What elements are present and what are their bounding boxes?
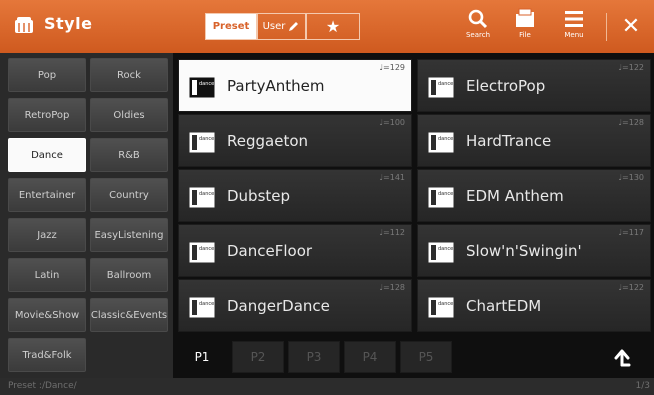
style-icon-label: dance	[438, 136, 453, 142]
category-button[interactable]: Movie&Show	[8, 298, 86, 332]
category-button[interactable]: R&B	[90, 138, 168, 172]
style-tempo: ♩=129	[379, 63, 405, 72]
style-item[interactable]: dance DanceFloor ♩=112	[178, 224, 412, 277]
title-bar: Style Preset User ★ Search File Menu ✕	[0, 0, 654, 53]
style-tempo: ♩=122	[618, 283, 644, 292]
style-item[interactable]: dance Slow'n'Swingin' ♩=117	[417, 224, 651, 277]
style-name: DanceFloor	[227, 242, 313, 260]
style-file-icon: dance	[428, 187, 454, 208]
status-path: Preset :/Dance/	[8, 381, 77, 391]
tab-user[interactable]: User	[257, 13, 306, 40]
page-tab[interactable]: P4	[344, 341, 396, 373]
status-page-count: 1/3	[635, 381, 650, 391]
window-title: Style	[44, 14, 93, 33]
category-button[interactable]: RetroPop	[8, 98, 86, 132]
style-item[interactable]: dance HardTrance ♩=128	[417, 114, 651, 167]
style-icon-label: dance	[199, 301, 214, 307]
file-button[interactable]: File	[506, 8, 544, 50]
style-item[interactable]: dance Dubstep ♩=141	[178, 169, 412, 222]
style-icon-label: dance	[199, 246, 214, 252]
style-icon-label: dance	[438, 301, 453, 307]
style-tempo: ♩=141	[379, 173, 405, 182]
style-icon-label: dance	[438, 246, 453, 252]
style-name: HardTrance	[466, 132, 552, 150]
style-file-icon: dance	[428, 297, 454, 318]
style-item[interactable]: dance DangerDance ♩=128	[178, 279, 412, 332]
search-button[interactable]: Search	[459, 8, 497, 50]
close-button[interactable]: ✕	[616, 12, 646, 42]
category-button[interactable]: Latin	[8, 258, 86, 292]
category-button[interactable]: Trad&Folk	[8, 338, 86, 372]
style-list: dance PartyAnthem ♩=129 dance ElectroPop ♩=12…	[173, 53, 654, 378]
status-bar: Preset :/Dance/ 1/3	[0, 378, 654, 395]
style-tempo: ♩=100	[379, 118, 405, 127]
menu-label: Menu	[564, 31, 584, 39]
style-file-icon: dance	[189, 187, 215, 208]
style-icon-label: dance	[438, 81, 453, 87]
style-name: DangerDance	[227, 297, 330, 315]
category-button[interactable]: Entertainer	[8, 178, 86, 212]
style-icon	[15, 17, 33, 33]
style-icon-label: dance	[438, 191, 453, 197]
style-tempo: ♩=122	[618, 63, 644, 72]
page-tab[interactable]: P5	[400, 341, 452, 373]
tab-user-label: User	[262, 21, 286, 32]
category-panel: Pop Rock RetroPop Oldies Dance R&B Entertainer…	[0, 53, 173, 378]
category-button[interactable]: Pop	[8, 58, 86, 92]
category-button[interactable]: Dance	[8, 138, 86, 172]
up-arrow-icon	[614, 349, 631, 367]
style-file-icon: dance	[428, 242, 454, 263]
star-icon: ★	[325, 17, 341, 36]
menu-icon	[565, 11, 583, 27]
file-label: File	[519, 31, 531, 39]
category-button[interactable]: Jazz	[8, 218, 86, 252]
style-item[interactable]: dance PartyAnthem ♩=129	[178, 59, 412, 112]
style-tempo: ♩=130	[618, 173, 644, 182]
style-name: ElectroPop	[466, 77, 546, 95]
category-button[interactable]: Country	[90, 178, 168, 212]
file-icon	[516, 8, 534, 27]
style-name: Slow'n'Swingin'	[466, 242, 582, 260]
style-file-icon: dance	[189, 77, 215, 98]
style-name: Dubstep	[227, 187, 291, 205]
category-button[interactable]: Oldies	[90, 98, 168, 132]
style-icon-label: dance	[199, 191, 214, 197]
pencil-icon	[289, 22, 299, 31]
style-file-icon: dance	[428, 132, 454, 153]
style-tempo: ♩=117	[618, 228, 644, 237]
category-button[interactable]: EasyListening	[90, 218, 168, 252]
style-icon-label: dance	[199, 81, 214, 87]
divider	[606, 13, 607, 41]
category-button[interactable]: Classic&Events	[90, 298, 168, 332]
menu-button[interactable]: Menu	[555, 8, 593, 50]
style-file-icon: dance	[189, 242, 215, 263]
style-name: Reggaeton	[227, 132, 309, 150]
style-tempo: ♩=112	[379, 228, 405, 237]
search-label: Search	[465, 31, 491, 39]
style-item[interactable]: dance Reggaeton ♩=100	[178, 114, 412, 167]
style-file-icon: dance	[189, 132, 215, 153]
style-name: PartyAnthem	[227, 77, 325, 95]
style-item[interactable]: dance EDM Anthem ♩=130	[417, 169, 651, 222]
style-item[interactable]: dance ElectroPop ♩=122	[417, 59, 651, 112]
style-file-icon: dance	[428, 77, 454, 98]
style-icon-label: dance	[199, 136, 214, 142]
page-tab[interactable]: P3	[288, 341, 340, 373]
tab-preset[interactable]: Preset	[205, 13, 257, 40]
style-tempo: ♩=128	[618, 118, 644, 127]
style-file-icon: dance	[189, 297, 215, 318]
style-tempo: ♩=128	[379, 283, 405, 292]
category-button[interactable]: Ballroom	[90, 258, 168, 292]
page-tab[interactable]: P2	[232, 341, 284, 373]
tab-favorite[interactable]: ★	[306, 13, 360, 40]
close-icon: ✕	[621, 14, 641, 39]
style-item[interactable]: dance ChartEDM ♩=122	[417, 279, 651, 332]
search-icon	[468, 9, 488, 29]
page-tab[interactable]: P1	[176, 341, 228, 373]
up-button[interactable]	[602, 341, 642, 373]
style-name: ChartEDM	[466, 297, 542, 315]
style-name: EDM Anthem	[466, 187, 564, 205]
category-button[interactable]: Rock	[90, 58, 168, 92]
